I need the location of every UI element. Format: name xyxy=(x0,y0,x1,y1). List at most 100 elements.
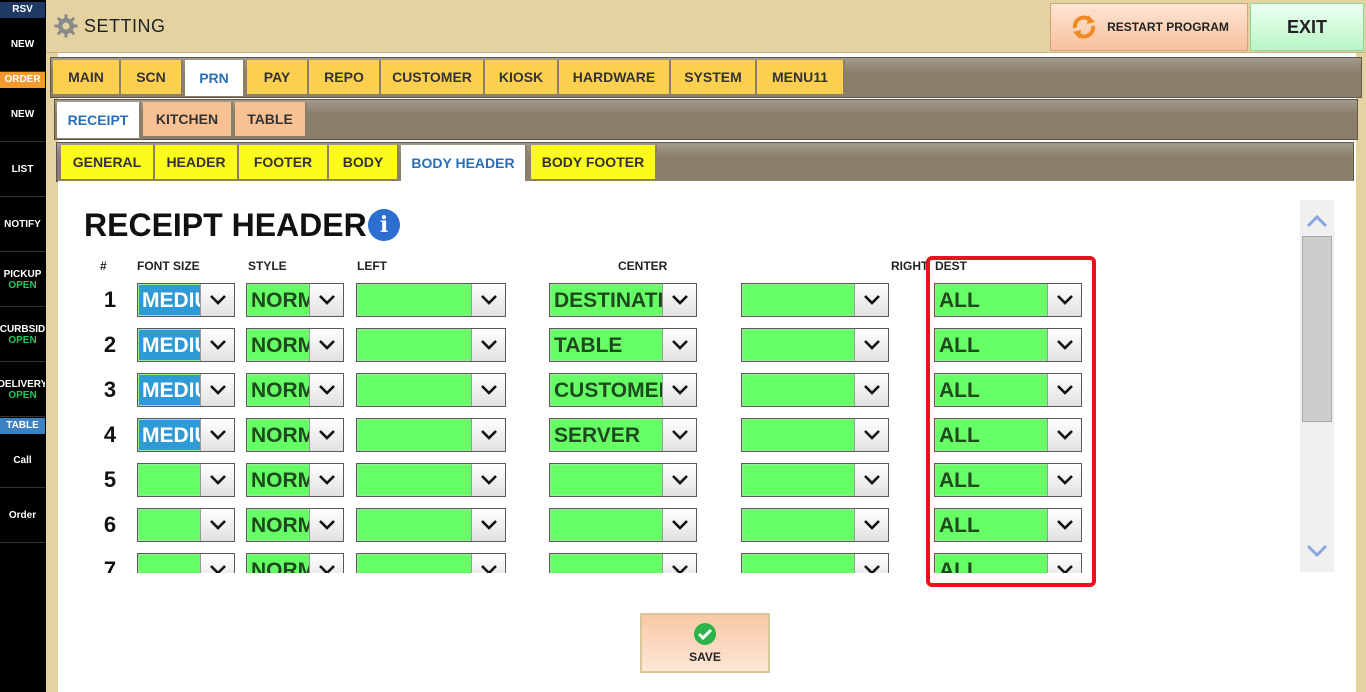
right-select[interactable] xyxy=(741,463,889,497)
chevron-down-icon[interactable] xyxy=(200,554,234,573)
style-select[interactable]: NORMAL xyxy=(246,373,344,407)
chevron-down-icon[interactable] xyxy=(471,374,505,406)
info-icon[interactable]: i xyxy=(368,209,400,241)
chevron-down-icon[interactable] xyxy=(471,419,505,451)
chevron-down-icon[interactable] xyxy=(200,374,234,406)
style-select[interactable]: NORMAL xyxy=(246,463,344,497)
font-size-select[interactable] xyxy=(137,553,235,573)
left-select[interactable] xyxy=(356,373,506,407)
chevron-down-icon[interactable] xyxy=(200,419,234,451)
chevron-down-icon[interactable] xyxy=(309,464,343,496)
right-select[interactable] xyxy=(741,508,889,542)
right-select[interactable] xyxy=(741,373,889,407)
sidebar-item-curbside[interactable]: CURBSID OPEN xyxy=(0,308,45,362)
chevron-down-icon[interactable] xyxy=(854,374,888,406)
font-size-select[interactable]: MEDIUM xyxy=(137,328,235,362)
font-size-select[interactable] xyxy=(137,463,235,497)
right-select[interactable] xyxy=(741,328,889,362)
style-select[interactable]: NORMAL xyxy=(246,553,344,573)
center-select[interactable] xyxy=(549,553,697,573)
tab-main[interactable]: MAIN xyxy=(53,60,121,94)
tab-header[interactable]: HEADER xyxy=(155,145,239,179)
save-button[interactable]: SAVE xyxy=(640,613,770,673)
scroll-down-icon[interactable] xyxy=(1300,536,1334,566)
chevron-down-icon[interactable] xyxy=(662,419,696,451)
tab-footer[interactable]: FOOTER xyxy=(239,145,329,179)
tab-body[interactable]: BODY xyxy=(329,145,399,179)
tab-pay[interactable]: PAY xyxy=(247,60,309,94)
right-select[interactable] xyxy=(741,418,889,452)
tab-kitchen[interactable]: KITCHEN xyxy=(143,102,233,136)
left-select[interactable] xyxy=(356,283,506,317)
tab-receipt[interactable]: RECEIPT xyxy=(57,102,141,138)
chevron-down-icon[interactable] xyxy=(200,284,234,316)
tab-customer[interactable]: CUSTOMER xyxy=(381,60,485,94)
sidebar-item-call[interactable]: Call xyxy=(0,434,45,488)
chevron-down-icon[interactable] xyxy=(471,554,505,573)
chevron-down-icon[interactable] xyxy=(662,554,696,573)
chevron-down-icon[interactable] xyxy=(471,329,505,361)
left-select[interactable] xyxy=(356,463,506,497)
left-select[interactable] xyxy=(356,418,506,452)
chevron-down-icon[interactable] xyxy=(662,329,696,361)
chevron-down-icon[interactable] xyxy=(662,464,696,496)
chevron-down-icon[interactable] xyxy=(854,464,888,496)
chevron-down-icon[interactable] xyxy=(471,509,505,541)
chevron-down-icon[interactable] xyxy=(662,509,696,541)
sidebar-item-pickup[interactable]: PICKUP OPEN xyxy=(0,253,45,307)
tab-repo[interactable]: REPO xyxy=(309,60,381,94)
right-select[interactable] xyxy=(741,283,889,317)
sidebar-item-rsv-new[interactable]: NEW xyxy=(0,18,45,72)
chevron-down-icon[interactable] xyxy=(309,419,343,451)
chevron-down-icon[interactable] xyxy=(854,509,888,541)
chevron-down-icon[interactable] xyxy=(662,284,696,316)
sidebar-item-order[interactable]: Order xyxy=(0,489,45,543)
sidebar-item-notify[interactable]: NOTIFY xyxy=(0,198,45,252)
left-select[interactable] xyxy=(356,508,506,542)
sidebar-item-order-new[interactable]: NEW xyxy=(0,88,45,142)
sidebar-item-list[interactable]: LIST xyxy=(0,143,45,197)
scroll-thumb[interactable] xyxy=(1302,236,1332,422)
font-size-select[interactable] xyxy=(137,508,235,542)
exit-button[interactable]: EXIT xyxy=(1250,3,1364,51)
style-select[interactable]: NORMAL xyxy=(246,283,344,317)
chevron-down-icon[interactable] xyxy=(309,284,343,316)
style-select[interactable]: NORMAL xyxy=(246,328,344,362)
chevron-down-icon[interactable] xyxy=(471,284,505,316)
chevron-down-icon[interactable] xyxy=(854,329,888,361)
tab-kiosk[interactable]: KIOSK xyxy=(485,60,559,94)
right-select[interactable] xyxy=(741,553,889,573)
chevron-down-icon[interactable] xyxy=(309,554,343,573)
center-select[interactable] xyxy=(549,508,697,542)
left-select[interactable] xyxy=(356,328,506,362)
center-select[interactable]: TABLE xyxy=(549,328,697,362)
tab-table[interactable]: TABLE xyxy=(235,102,307,136)
chevron-down-icon[interactable] xyxy=(309,329,343,361)
tab-hardware[interactable]: HARDWARE xyxy=(559,60,671,94)
chevron-down-icon[interactable] xyxy=(854,284,888,316)
tab-body-header[interactable]: BODY HEADER xyxy=(401,145,527,181)
center-select[interactable] xyxy=(549,463,697,497)
restart-program-button[interactable]: RESTART PROGRAM xyxy=(1050,3,1248,51)
chevron-down-icon[interactable] xyxy=(200,509,234,541)
left-select[interactable] xyxy=(356,553,506,573)
center-select[interactable]: CUSTOMER xyxy=(549,373,697,407)
sidebar-item-delivery[interactable]: DELIVERY OPEN xyxy=(0,363,45,417)
font-size-select[interactable]: MEDIUM xyxy=(137,283,235,317)
center-select[interactable]: DESTINATION xyxy=(549,283,697,317)
tab-scn[interactable]: SCN xyxy=(121,60,183,94)
chevron-down-icon[interactable] xyxy=(309,509,343,541)
chevron-down-icon[interactable] xyxy=(854,554,888,573)
scroll-up-icon[interactable] xyxy=(1300,206,1334,236)
vertical-scrollbar[interactable] xyxy=(1300,200,1334,572)
chevron-down-icon[interactable] xyxy=(854,419,888,451)
tab-menu11[interactable]: MENU11 xyxy=(757,60,845,94)
tab-body-footer[interactable]: BODY FOOTER xyxy=(531,145,657,179)
tab-general[interactable]: GENERAL xyxy=(61,145,155,179)
style-select[interactable]: NORMAL xyxy=(246,418,344,452)
tab-system[interactable]: SYSTEM xyxy=(671,60,757,94)
chevron-down-icon[interactable] xyxy=(200,329,234,361)
center-select[interactable]: SERVER xyxy=(549,418,697,452)
chevron-down-icon[interactable] xyxy=(309,374,343,406)
font-size-select[interactable]: MEDIUM xyxy=(137,418,235,452)
